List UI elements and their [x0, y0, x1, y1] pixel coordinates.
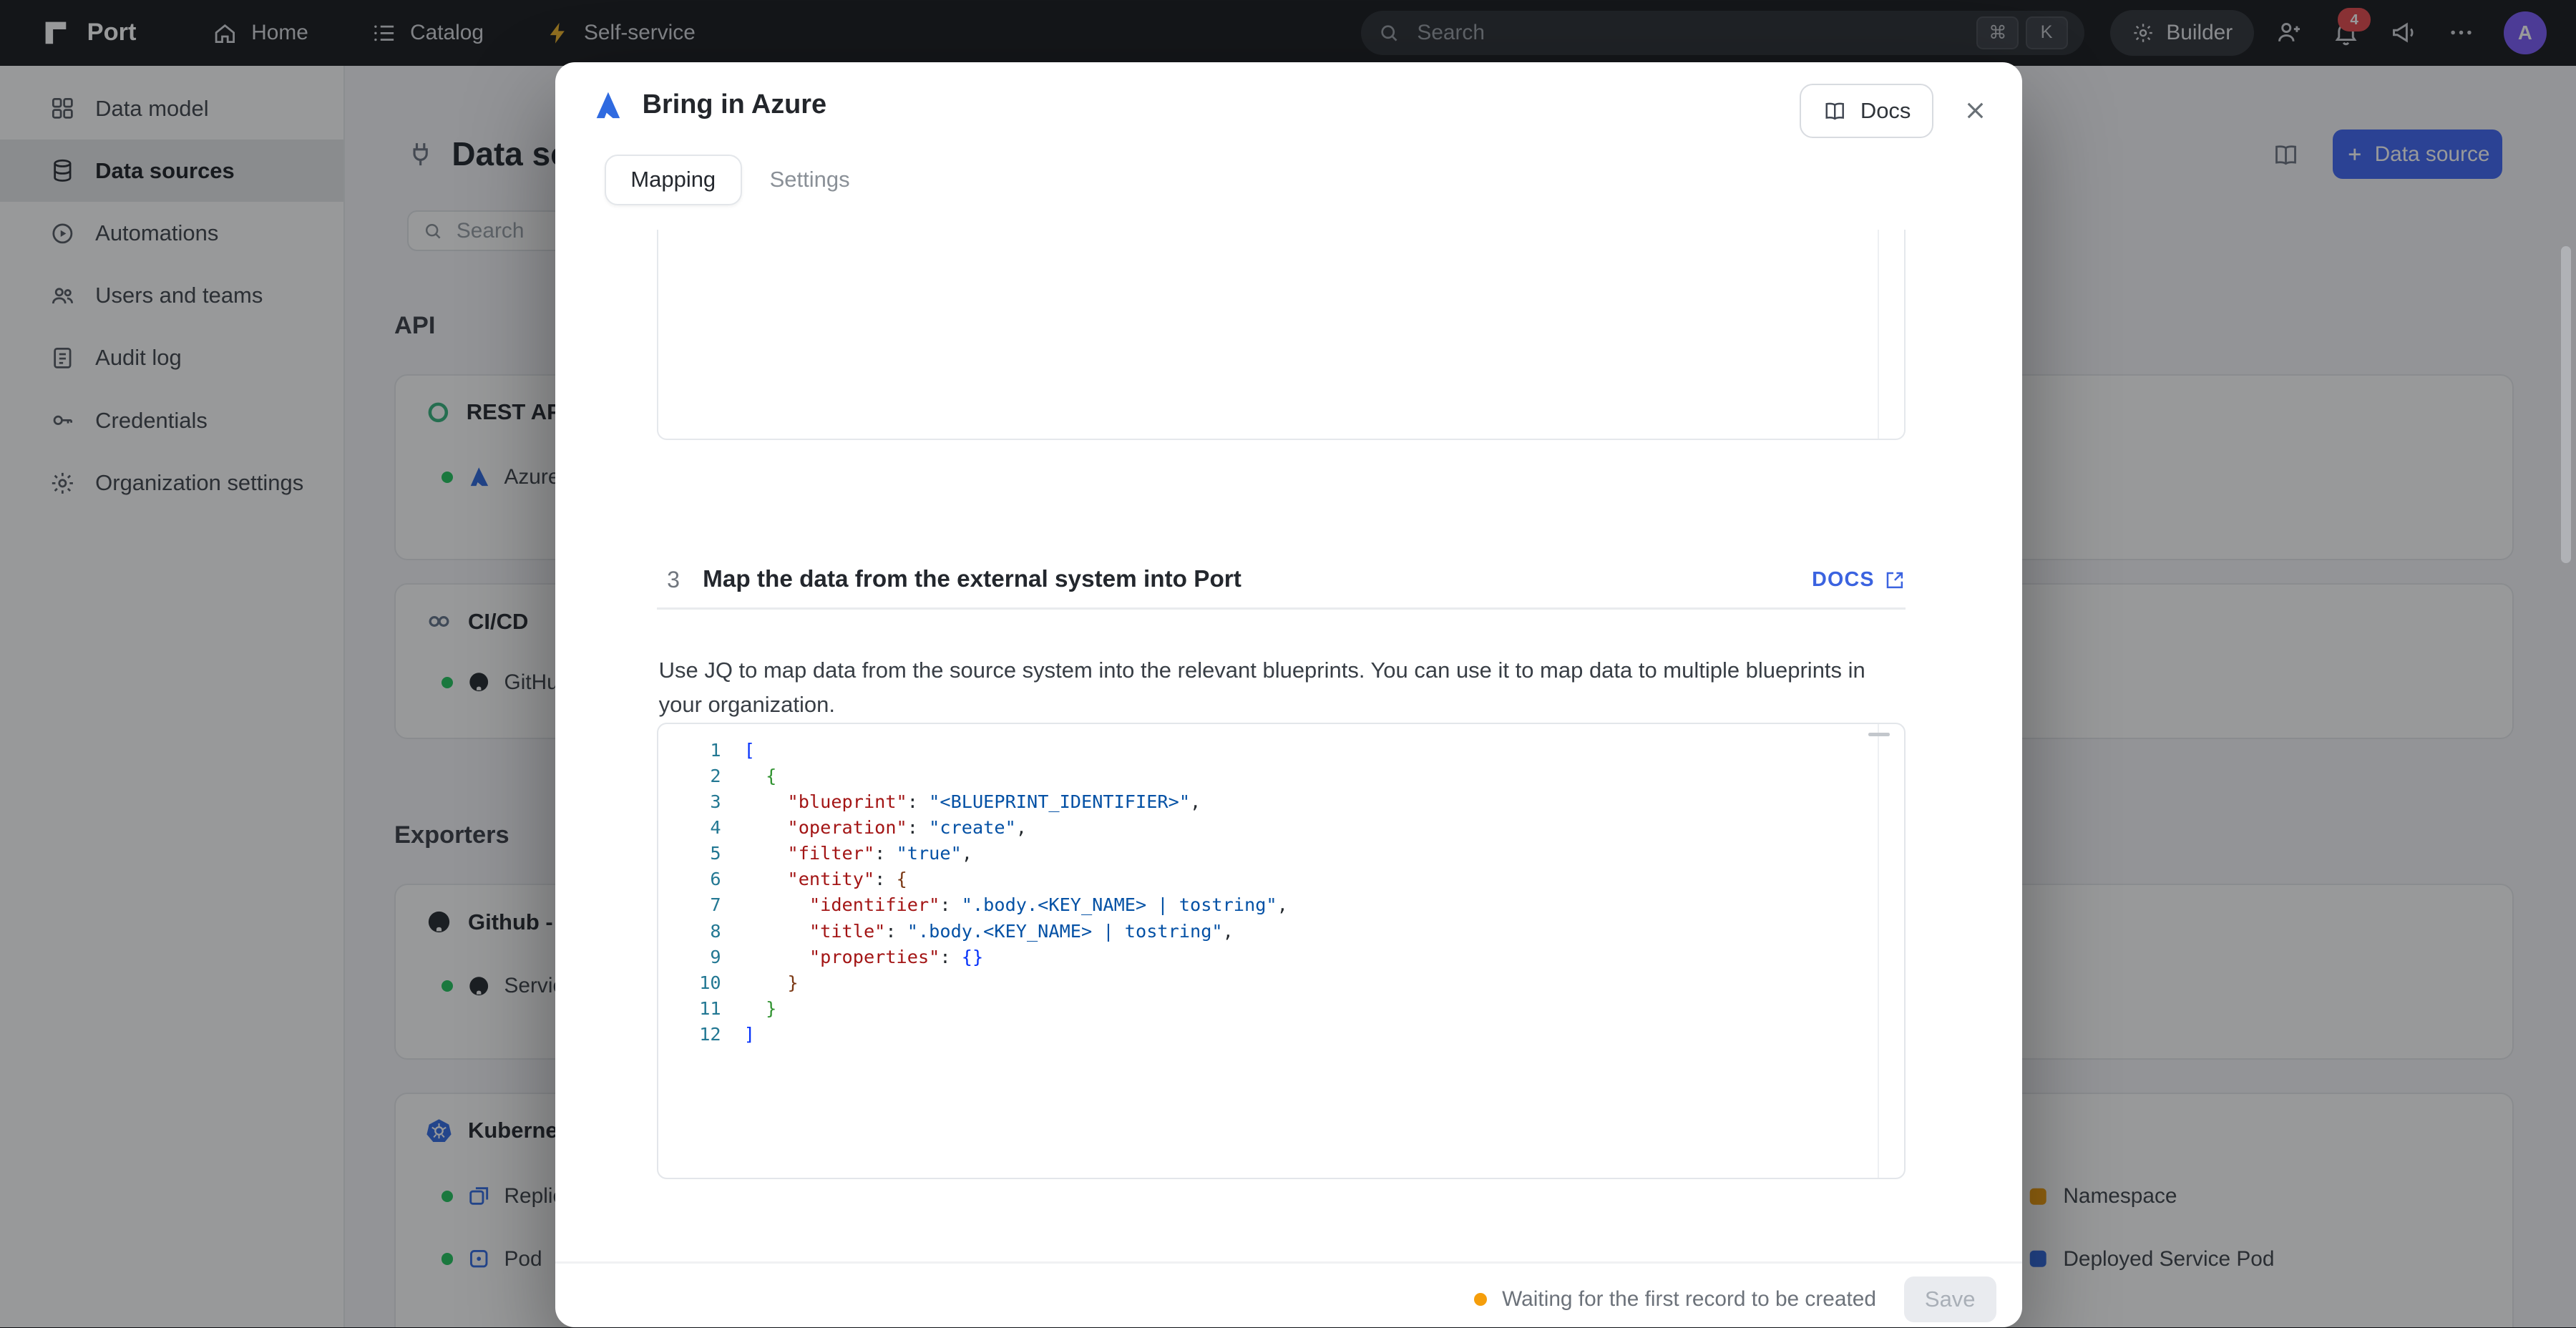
docs-button[interactable]: Docs	[1800, 84, 1933, 138]
step-header: 3 Map the data from the external system …	[657, 562, 1906, 598]
tab-settings[interactable]: Settings	[742, 155, 878, 205]
code-gutter: 123456789101112	[658, 738, 737, 1048]
step-title: Map the data from the external system in…	[703, 566, 1241, 593]
page-scrollbar[interactable]	[2561, 246, 2571, 563]
code-lines[interactable]: [ { "blueprint": "<BLUEPRINT_IDENTIFIER>…	[744, 738, 1288, 1048]
jq-mapping-editor[interactable]: 123456789101112 [ { "blueprint": "<BLUEP…	[657, 723, 1906, 1179]
book-icon	[1823, 99, 1847, 123]
save-button[interactable]: Save	[1904, 1276, 1996, 1322]
modal-title: Bring in Azure	[643, 89, 826, 120]
modal-tabs: Mapping Settings	[605, 155, 878, 205]
step-divider	[657, 607, 1906, 609]
step-docs-link[interactable]: DOCS	[1812, 568, 1906, 592]
waiting-status-dot	[1474, 1293, 1487, 1306]
screen: Port Home Catalog Self-service	[0, 0, 2576, 1327]
previous-editor-bottom[interactable]	[657, 230, 1906, 440]
waiting-status-text: Waiting for the first record to be creat…	[1502, 1287, 1876, 1312]
step-description: Use JQ to map data from the source syste…	[659, 653, 1883, 722]
tab-mapping[interactable]: Mapping	[605, 155, 742, 205]
footer-divider	[555, 1261, 2022, 1263]
bring-in-azure-modal: Bring in Azure Docs Mapping Settings 3 M…	[555, 62, 2022, 1327]
minimap-slider[interactable]	[1868, 733, 1890, 737]
modal-header: Bring in Azure	[592, 89, 827, 122]
close-icon[interactable]	[1961, 97, 1989, 125]
editor-minimap-divider	[1878, 724, 1879, 1178]
azure-icon	[592, 89, 625, 122]
step-number: 3	[657, 567, 680, 593]
editor-minimap-divider	[1878, 230, 1879, 439]
modal-footer: Waiting for the first record to be creat…	[555, 1268, 2022, 1327]
external-link-icon	[1884, 570, 1906, 591]
